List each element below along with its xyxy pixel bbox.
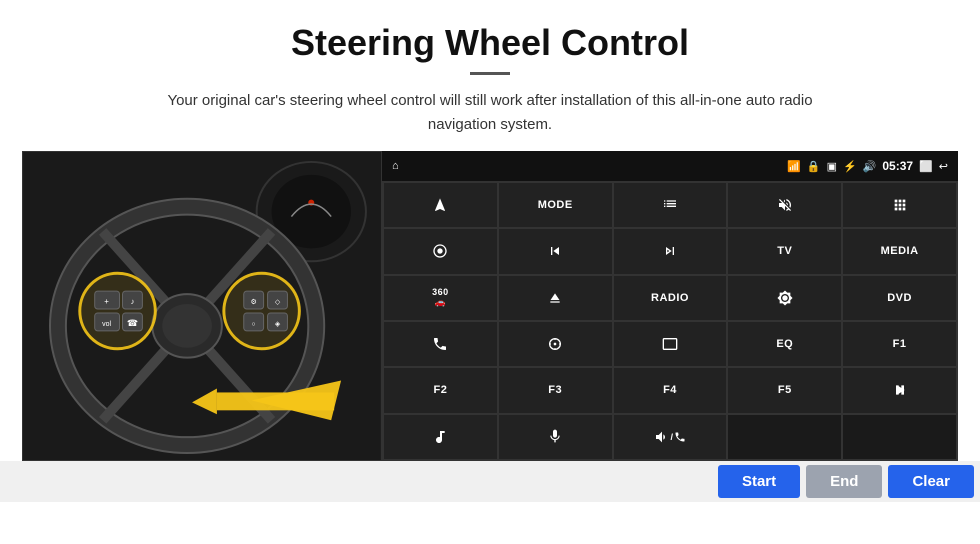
end-button[interactable]: End — [806, 465, 882, 498]
playpause-btn[interactable] — [843, 368, 956, 412]
apps-btn[interactable] — [843, 183, 956, 227]
volphone-btn[interactable]: / — [614, 415, 727, 459]
lock-icon: 🔒 — [807, 160, 821, 173]
f5-btn[interactable]: F5 — [728, 368, 841, 412]
button-grid: MODE TV — [382, 181, 958, 461]
list-btn[interactable] — [614, 183, 727, 227]
svg-text:☎: ☎ — [127, 318, 138, 328]
control-panel: ⌂ 📶 🔒 ▣ ⚡ 🔊 05:37 ⬜ ↩ — [382, 151, 958, 461]
mode-btn[interactable]: MODE — [499, 183, 612, 227]
f4-btn[interactable]: F4 — [614, 368, 727, 412]
page-container: Steering Wheel Control Your original car… — [0, 0, 980, 502]
eq-btn[interactable]: EQ — [728, 322, 841, 366]
360cam-btn[interactable]: 360🚗 — [384, 276, 497, 320]
svg-text:+: + — [104, 297, 109, 306]
empty-cell-1 — [728, 415, 841, 459]
bluetooth-icon: ⚡ — [843, 160, 857, 173]
mute-btn[interactable] — [728, 183, 841, 227]
eject-btn[interactable] — [499, 276, 612, 320]
f3-btn[interactable]: F3 — [499, 368, 612, 412]
radio-btn[interactable]: RADIO — [614, 276, 727, 320]
volume-icon: 🔊 — [863, 160, 877, 173]
bottom-buttons-bar: Start End Clear — [0, 461, 980, 502]
back-icon: ↩ — [939, 160, 948, 173]
steering-wheel-image: ● — [22, 151, 382, 461]
sim-icon: ▣ — [827, 160, 837, 173]
status-bar: ⌂ 📶 🔒 ▣ ⚡ 🔊 05:37 ⬜ ↩ — [382, 151, 958, 181]
dvd-btn[interactable]: DVD — [843, 276, 956, 320]
clear-button[interactable]: Clear — [888, 465, 974, 498]
svg-text:♪: ♪ — [130, 297, 134, 306]
media-btn[interactable]: MEDIA — [843, 229, 956, 273]
aspect-btn[interactable] — [614, 322, 727, 366]
tv-btn[interactable]: TV — [728, 229, 841, 273]
svg-text:●: ● — [307, 194, 315, 210]
f1-btn[interactable]: F1 — [843, 322, 956, 366]
next-btn[interactable] — [614, 229, 727, 273]
time-display: 05:37 — [882, 159, 913, 173]
prev-btn[interactable] — [499, 229, 612, 273]
home-icon: ⌂ — [392, 160, 399, 172]
screen-icon: ⬜ — [919, 160, 933, 173]
svg-text:⚙: ⚙ — [251, 298, 257, 306]
title-divider — [470, 72, 510, 75]
subtitle: Your original car's steering wheel contr… — [140, 89, 840, 137]
content-area: ● — [0, 151, 980, 461]
brightness-btn[interactable] — [728, 276, 841, 320]
svg-text:vol: vol — [102, 321, 111, 328]
svg-text:○: ○ — [252, 321, 256, 328]
settings-btn[interactable] — [384, 229, 497, 273]
navi-btn[interactable] — [499, 322, 612, 366]
status-bar-left: ⌂ — [392, 160, 399, 172]
f2-btn[interactable]: F2 — [384, 368, 497, 412]
navigate-btn[interactable] — [384, 183, 497, 227]
svg-text:◈: ◈ — [275, 321, 281, 328]
start-button[interactable]: Start — [718, 465, 800, 498]
page-title: Steering Wheel Control — [60, 22, 920, 64]
header-section: Steering Wheel Control Your original car… — [0, 0, 980, 151]
music-btn[interactable] — [384, 415, 497, 459]
status-bar-right: 📶 🔒 ▣ ⚡ 🔊 05:37 ⬜ ↩ — [787, 159, 948, 173]
empty-cell-2 — [843, 415, 956, 459]
svg-text:◇: ◇ — [275, 299, 281, 306]
mic-btn[interactable] — [499, 415, 612, 459]
phone-btn[interactable] — [384, 322, 497, 366]
wifi-icon: 📶 — [787, 160, 801, 173]
